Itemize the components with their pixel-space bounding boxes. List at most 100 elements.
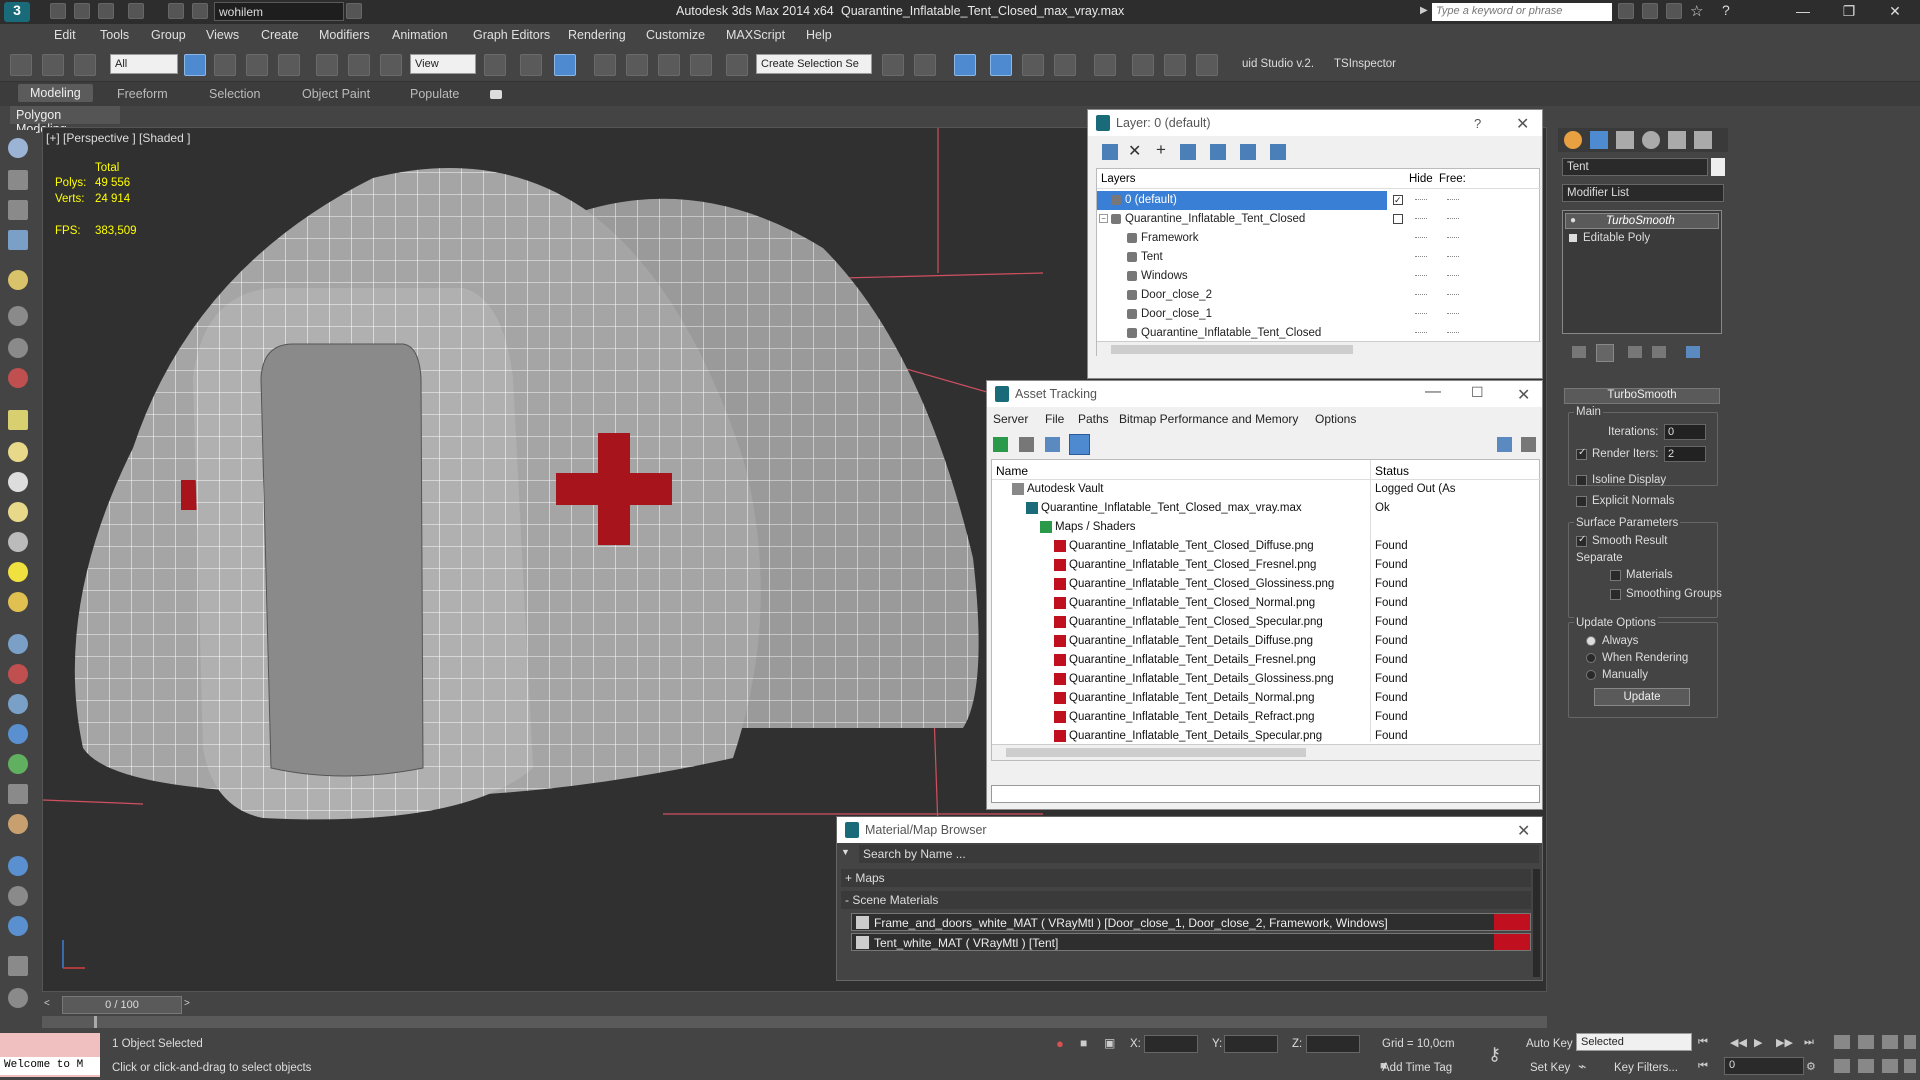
utilities-tab-icon[interactable] — [1694, 131, 1712, 149]
hide-toggle[interactable] — [1415, 313, 1427, 315]
app-logo-icon[interactable]: 3 — [4, 2, 30, 22]
asset-row[interactable]: Quarantine_Inflatable_Tent_Closed_max_vr… — [992, 499, 1541, 518]
menu-file[interactable]: File — [1045, 412, 1064, 426]
orbit-icon[interactable] — [8, 856, 28, 876]
always-radio[interactable] — [1586, 636, 1596, 646]
undo-icon[interactable] — [98, 3, 114, 19]
material-item[interactable]: Frame_and_doors_white_MAT ( VRayMtl ) [D… — [851, 913, 1531, 931]
modifier-list-dropdown[interactable]: Modifier List — [1562, 184, 1724, 202]
key-icon[interactable]: ⚷ — [1488, 1044, 1501, 1065]
track-bar[interactable] — [42, 1016, 1547, 1028]
menu-modifiers[interactable]: Modifiers — [319, 28, 370, 42]
asset-row[interactable]: Quarantine_Inflatable_Tent_Details_Norma… — [992, 689, 1541, 708]
scale-icon[interactable] — [380, 54, 402, 76]
menu-server[interactable]: Server — [993, 412, 1028, 426]
col-hide[interactable]: Hide — [1409, 173, 1433, 185]
stack-item-turbosmooth[interactable]: ● TurboSmooth — [1565, 213, 1719, 229]
expand-icon[interactable] — [1569, 234, 1577, 242]
maxscript-input[interactable]: Welcome to M — [0, 1057, 100, 1075]
delete-layer-icon[interactable]: ✕ — [1128, 141, 1141, 161]
col-name[interactable]: Name — [996, 464, 1028, 478]
pan-icon[interactable] — [1858, 1059, 1874, 1073]
viewport-label[interactable]: [+] [Perspective ] [Shaded ] — [46, 131, 190, 145]
menu-graph-editors[interactable]: Graph Editors — [473, 28, 550, 42]
freeze-toggle[interactable] — [1447, 256, 1459, 258]
tab-freeform[interactable]: Freeform — [117, 87, 168, 101]
zoom-extents-all-icon[interactable] — [1904, 1035, 1916, 1049]
hair-icon[interactable] — [8, 784, 28, 804]
display-tab-icon[interactable] — [1668, 131, 1686, 149]
zoom-all-icon[interactable] — [1858, 1035, 1874, 1049]
close-icon[interactable]: ✕ — [1517, 385, 1530, 405]
smoothing-groups-checkbox[interactable] — [1610, 589, 1621, 600]
freeze-all-icon[interactable] — [1270, 144, 1286, 160]
asset-path-field[interactable] — [991, 785, 1540, 803]
help-search-input[interactable]: Type a keyword or phrase — [1432, 3, 1612, 21]
select-manipulate-icon[interactable] — [520, 54, 542, 76]
menu-tools[interactable]: Tools — [100, 28, 129, 42]
menu-paths[interactable]: Paths — [1078, 412, 1109, 426]
unlink-icon[interactable] — [42, 54, 64, 76]
current-layer-checkbox[interactable]: ✓ — [1393, 195, 1403, 205]
explicit-normals-checkbox[interactable] — [1576, 496, 1587, 507]
sphere-icon[interactable] — [8, 472, 28, 492]
material-search-input[interactable]: Search by Name ... — [859, 845, 1539, 863]
menu-create[interactable]: Create — [261, 28, 299, 42]
hide-toggle[interactable] — [1415, 237, 1427, 239]
plugin-tsinspector[interactable]: TSInspector — [1334, 58, 1396, 70]
update-button[interactable]: Update — [1594, 688, 1690, 706]
rectangular-selection-icon[interactable] — [246, 54, 268, 76]
menu-maxscript[interactable]: MAXScript — [726, 28, 785, 42]
freeze-toggle[interactable] — [1447, 313, 1459, 315]
asset-row[interactable]: Quarantine_Inflatable_Tent_Details_Diffu… — [992, 632, 1541, 651]
key-filters-button[interactable]: Key Filters... — [1614, 1062, 1678, 1074]
chevron-down-icon[interactable] — [346, 3, 362, 19]
plugin-phoenix[interactable]: uid Studio v.2. — [1242, 58, 1314, 70]
asset-row[interactable]: Quarantine_Inflatable_Tent_Closed_Glossi… — [992, 575, 1541, 594]
record-icon[interactable] — [8, 916, 28, 936]
col-status[interactable]: Status — [1375, 464, 1409, 478]
menu-group[interactable]: Group — [151, 28, 186, 42]
hide-toggle[interactable] — [1415, 275, 1427, 277]
camera-icon[interactable] — [8, 306, 28, 326]
script-icon[interactable] — [8, 886, 28, 906]
motion-tab-icon[interactable] — [1642, 131, 1660, 149]
play-icon[interactable]: ▶ — [1754, 1036, 1762, 1049]
layer-manager-icon[interactable] — [954, 54, 976, 76]
close-icon[interactable]: ✕ — [1880, 3, 1910, 20]
curve-editor-icon[interactable] — [1022, 54, 1044, 76]
key-mode-toggle-icon[interactable]: ⏮ — [1698, 1060, 1708, 1073]
go-to-end-icon[interactable]: ⏭ — [1804, 1036, 1814, 1049]
object-color-swatch[interactable] — [1711, 158, 1725, 176]
trash-icon[interactable] — [8, 956, 28, 976]
hide-toggle[interactable] — [1415, 256, 1427, 258]
scroll-thumb[interactable] — [1006, 748, 1306, 757]
stack-item-editable-poly[interactable]: Editable Poly — [1565, 231, 1719, 247]
bind-spacewarp-icon[interactable] — [74, 54, 96, 76]
binoculars-icon[interactable] — [1618, 3, 1634, 19]
chevron-down-icon[interactable]: ▼ — [841, 847, 853, 857]
freeze-toggle[interactable] — [1447, 275, 1459, 277]
menu-rendering[interactable]: Rendering — [568, 28, 626, 42]
project-icon[interactable] — [192, 3, 208, 19]
freeze-toggle[interactable] — [1447, 294, 1459, 296]
maps-group[interactable]: + Maps — [841, 869, 1531, 887]
smooth-result-checkbox[interactable]: ✓ — [1576, 534, 1587, 547]
spinner-snap-icon[interactable] — [690, 54, 712, 76]
isolate-icon[interactable]: ● — [1056, 1036, 1064, 1051]
when-rendering-radio[interactable] — [1586, 653, 1596, 663]
configure-sets-icon[interactable] — [1686, 346, 1700, 358]
prev-key-icon[interactable]: ◀◀ — [1730, 1036, 1747, 1049]
percent-snap-icon[interactable] — [658, 54, 680, 76]
scene-materials-group[interactable]: - Scene Materials — [841, 891, 1531, 909]
key-mode-dropdown[interactable]: Selected — [1576, 1033, 1692, 1051]
layer-row[interactable]: 0 (default) ✓ — [1097, 191, 1459, 210]
pin-stack-icon[interactable] — [1572, 346, 1586, 358]
hemisphere-icon[interactable] — [8, 442, 28, 462]
scroll-thumb[interactable] — [1111, 345, 1353, 354]
y-coord-field[interactable] — [1224, 1035, 1278, 1053]
light-bulb-icon[interactable]: ● — [1570, 215, 1576, 226]
light-icon[interactable] — [8, 270, 28, 290]
layer-row[interactable]: Door_close_1 — [1097, 305, 1541, 324]
particles-icon[interactable] — [8, 634, 28, 654]
